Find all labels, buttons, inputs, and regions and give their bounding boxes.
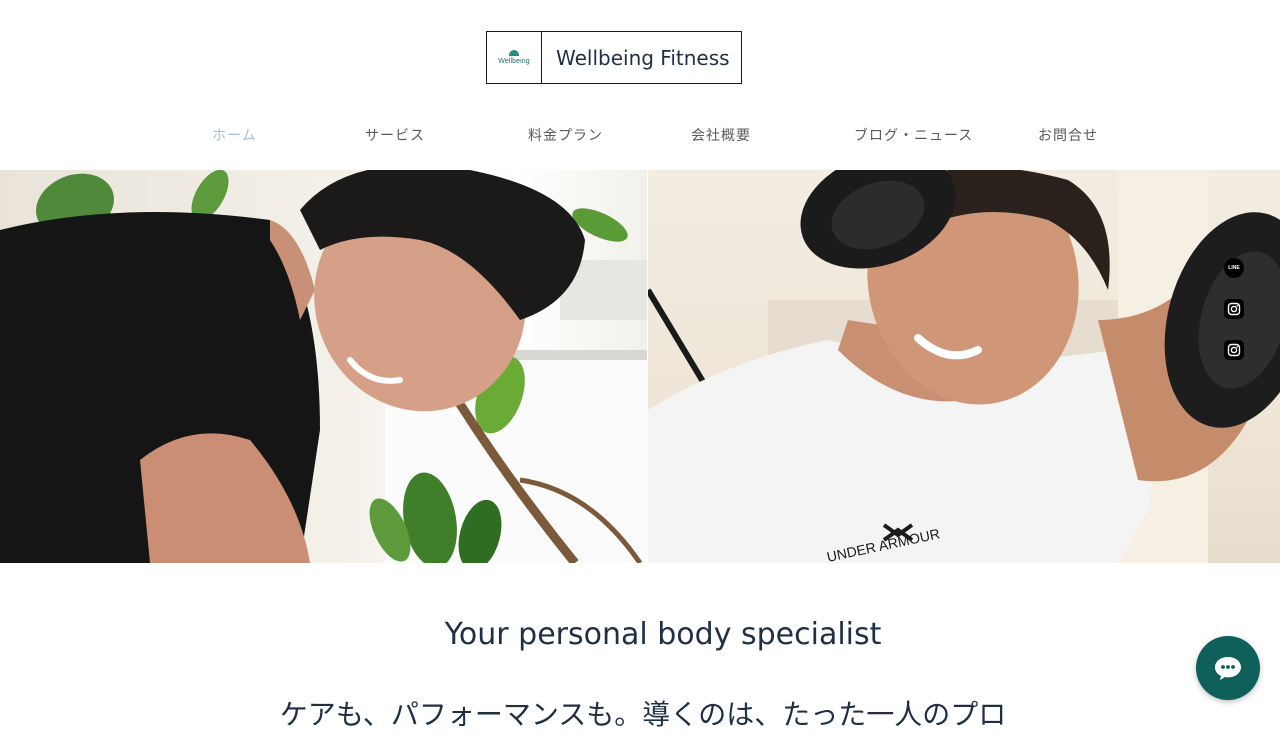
instagram-icon[interactable] [1224, 340, 1244, 360]
instagram-glyph-icon [1227, 302, 1241, 316]
trainer-photo-right: UNDER ARMOUR [648, 170, 1280, 563]
nav-item-home[interactable]: ホーム [212, 124, 257, 148]
site-logo[interactable]: Wellbeing Wellbeing Fitness [486, 31, 742, 84]
instagram-icon[interactable] [1224, 299, 1244, 319]
site-name: Wellbeing Fitness [556, 45, 730, 70]
hero-banner: UNDER ARMOUR [0, 170, 1280, 563]
hero-photo-left [0, 170, 647, 563]
hero-photo-right: UNDER ARMOUR [648, 170, 1280, 563]
nav-item-blog-news[interactable]: ブログ・ニュース [854, 124, 973, 148]
jp-headline: ケアも、パフォーマンスも。導くのは、たった一人のプロ [279, 698, 1007, 731]
nav-item-pricing[interactable]: 料金プラン [528, 124, 603, 148]
instagram-glyph-icon [1227, 343, 1241, 357]
line-icon-label: LINE [1228, 265, 1240, 271]
logo-mark: Wellbeing [487, 32, 542, 83]
trainer-photo-left [0, 170, 647, 563]
chat-button[interactable] [1196, 636, 1260, 700]
nav-item-contact[interactable]: お問合せ [1038, 124, 1098, 148]
nav-item-company[interactable]: 会社概要 [691, 124, 751, 148]
tagline-heading: Your personal body specialist [444, 617, 882, 652]
main-nav: ホーム サービス 料金プラン 会社概要 ブログ・ニュース お問合せ [0, 124, 1280, 148]
nav-item-service[interactable]: サービス [365, 124, 425, 148]
logo-mark-text: Wellbeing [498, 58, 530, 65]
chat-bubble-icon [1215, 657, 1241, 680]
social-bar: LINE [1224, 258, 1244, 360]
logo-leaf-icon [509, 50, 519, 56]
line-icon[interactable]: LINE [1224, 258, 1244, 278]
